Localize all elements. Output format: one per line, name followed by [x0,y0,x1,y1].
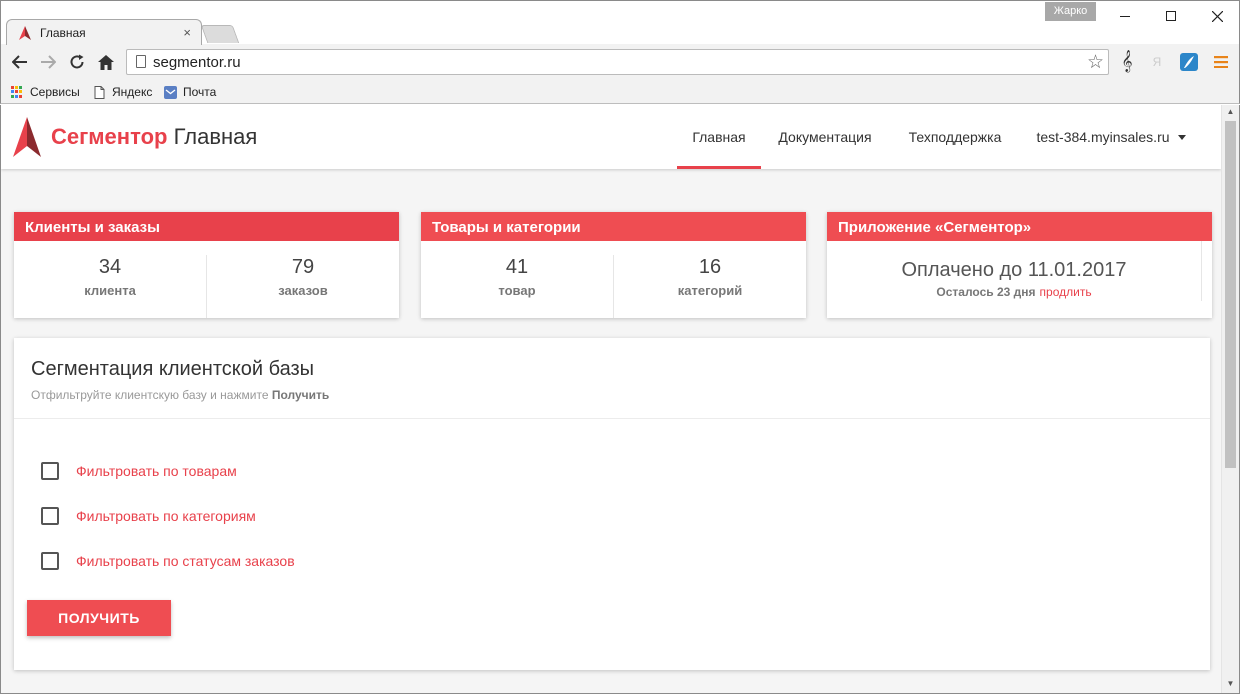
apps-icon [11,85,24,99]
nav-support[interactable]: Техподдержка [895,105,1015,169]
page-icon [94,85,105,99]
segmentor-favicon-icon [19,25,31,40]
tab-close-icon[interactable]: × [183,25,191,40]
stat-value: 34 [98,256,122,278]
page-viewport: Сегментор Главная Главная Документация Т… [0,105,1240,694]
app-header: Сегментор Главная Главная Документация Т… [1,105,1221,169]
nav-home[interactable]: Главная [677,105,761,169]
maximize-button[interactable] [1148,1,1194,31]
page-scrollbar[interactable]: ▲ ▼ [1221,105,1239,693]
checkbox[interactable] [41,507,59,525]
days-remaining: Осталось 23 дня продлить [936,285,1092,299]
maximize-icon [1166,11,1176,21]
yandex-extension-icon[interactable]: Я [1147,52,1167,72]
account-name: test-384.myinsales.ru [1036,129,1170,145]
music-extension-icon[interactable]: 𝄞 [1117,51,1137,72]
brand-title: Сегментор Главная [51,124,258,149]
close-window-button[interactable] [1194,1,1240,31]
stat-label: товар [498,283,536,298]
bookmark-label: Яндекс [112,85,153,99]
clients-orders-card: Клиенты и заказы 34 клиента 79 заказов [14,212,399,318]
stat-value: 16 [698,256,722,278]
browser-menu-button[interactable] [1211,52,1231,72]
new-tab-button[interactable] [200,25,240,43]
quill-icon [1180,53,1198,71]
brand[interactable]: Сегментор Главная [13,117,257,157]
bookmark-mail[interactable]: Почта [164,83,216,101]
card-title: Клиенты и заказы [14,212,399,241]
license-info: Оплачено до 11.01.2017 Осталось 23 дня пр… [827,241,1202,301]
account-dropdown[interactable]: test-384.myinsales.ru [1025,105,1197,169]
reload-button[interactable] [66,51,88,73]
hamburger-menu-icon [1214,56,1228,68]
card-title: Приложение «Сегментор» [827,212,1212,241]
bookmark-label: Почта [183,85,217,99]
stat-value: 79 [291,256,315,278]
filter-label[interactable]: Фильтровать по категориям [76,508,256,524]
get-button[interactable]: ПОЛУЧИТЬ [27,600,171,636]
scroll-down-icon[interactable]: ▼ [1225,679,1236,691]
minimize-icon [1120,15,1130,17]
stat-label: заказов [278,283,328,298]
bookmark-services[interactable]: Сервисы [11,83,80,101]
minimize-button[interactable] [1102,1,1148,31]
segmentor-logo-icon [13,117,41,157]
caret-down-icon [1177,134,1186,140]
close-icon [1211,10,1223,22]
checkbox[interactable] [41,552,59,570]
checkbox[interactable] [41,462,59,480]
filter-label[interactable]: Фильтровать по статусам заказов [76,553,295,569]
filter-label[interactable]: Фильтровать по товарам [76,463,237,479]
page-icon [136,55,146,68]
browser-tab-active[interactable]: Главная × [6,19,202,45]
filter-by-categories[interactable]: Фильтровать по категориям [41,507,256,525]
home-icon [98,54,114,70]
bookmarks-bar: Сервисы Яндекс Почта [0,80,1240,104]
segmentation-panel: Сегментация клиентской базы Отфильтруйте… [14,338,1210,670]
orders-stat: 79 заказов [206,255,399,318]
forward-arrow-icon [41,55,56,69]
notes-extension-icon[interactable] [1179,52,1199,72]
forward-button[interactable] [37,51,59,73]
filter-by-products[interactable]: Фильтровать по товарам [41,462,237,480]
reload-icon [70,54,84,69]
nav-documentation[interactable]: Документация [767,105,883,169]
url-input[interactable] [153,52,1053,72]
browser-toolbar: ☆ 𝄞 Я [0,44,1240,80]
products-stat: 41 товар [421,255,613,318]
filter-by-order-status[interactable]: Фильтровать по статусам заказов [41,552,295,570]
mail-icon [164,85,177,99]
back-arrow-icon [12,55,27,69]
back-button[interactable] [9,51,31,73]
stat-label: клиента [84,283,136,298]
bookmark-label: Сервисы [30,85,80,99]
panel-header: Сегментация клиентской базы Отфильтруйте… [14,338,1210,419]
products-categories-card: Товары и категории 41 товар 16 категорий [421,212,806,318]
panel-title: Сегментация клиентской базы [31,358,315,380]
home-button[interactable] [95,51,117,73]
categories-stat: 16 категорий [613,255,806,318]
extend-link[interactable]: продлить [1040,285,1092,299]
bookmark-star-icon[interactable]: ☆ [1087,51,1104,74]
scroll-up-icon[interactable]: ▲ [1225,107,1236,119]
clients-stat: 34 клиента [14,255,206,318]
app-license-card: Приложение «Сегментор» Оплачено до 11.01… [827,212,1212,318]
card-title: Товары и категории [421,212,806,241]
panel-subtitle: Отфильтруйте клиентскую базу и нажмите П… [31,388,330,402]
bookmark-yandex[interactable]: Яндекс [93,83,152,101]
paid-until: Оплачено до 11.01.2017 [901,259,1127,281]
scroll-thumb[interactable] [1225,121,1236,468]
stat-label: категорий [677,283,743,298]
stat-value: 41 [505,256,529,278]
tab-title: Главная [40,25,86,40]
address-bar[interactable]: ☆ [126,49,1109,75]
user-profile-badge[interactable]: Жарко [1045,2,1096,21]
